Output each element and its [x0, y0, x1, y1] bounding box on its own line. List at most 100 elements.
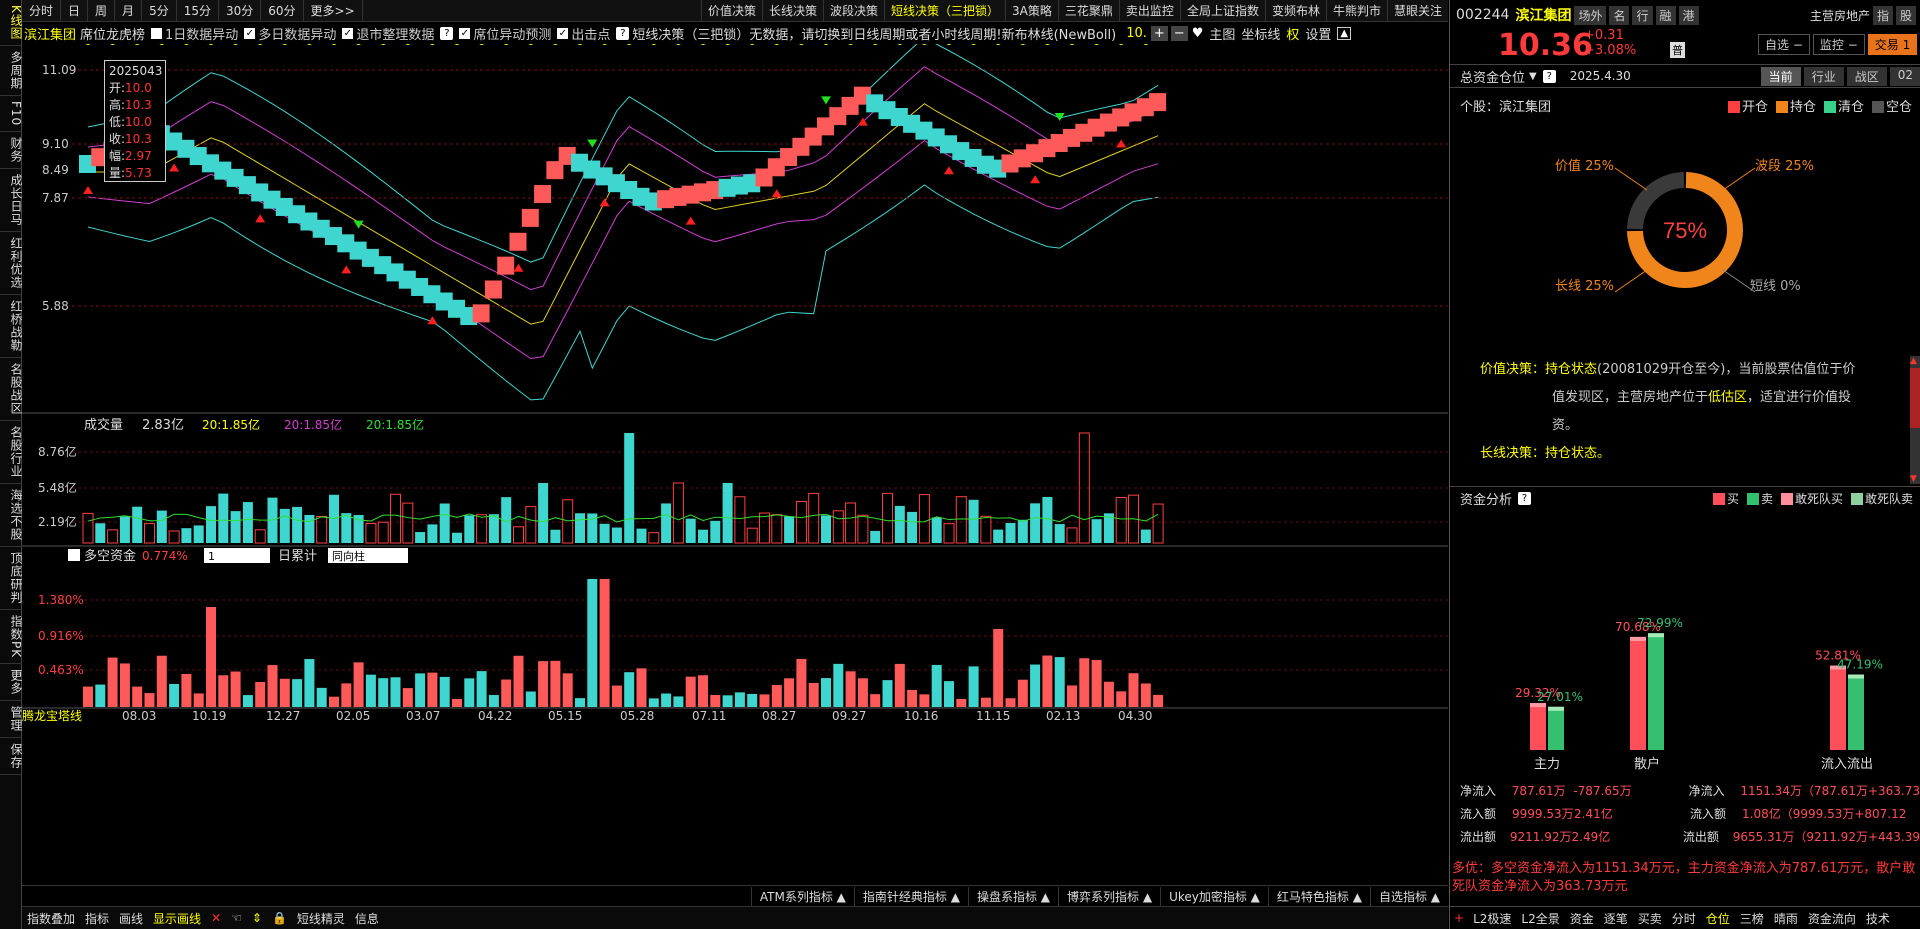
watchlist-button[interactable]: 自选 − [1758, 34, 1810, 55]
sector-button[interactable]: 股 [1895, 5, 1916, 25]
timeframe-tab[interactable]: 60分 [261, 0, 304, 22]
strategy-tab[interactable]: 短线决策（三把锁） [884, 0, 1005, 22]
nav-item[interactable]: 海选不股 [0, 484, 23, 548]
indicator-set[interactable]: 操盘系指标 ▲ [967, 886, 1058, 907]
main-chart[interactable]: 11.09 9.10 8.49 7.87 5.88 成交量 2.83亿 20:1.85亿 20:… [22, 44, 1448, 885]
tool-button[interactable]: 信息 [350, 910, 384, 927]
strategy-tab[interactable]: 变频布林 [1264, 0, 1326, 22]
help-icon[interactable] [68, 549, 80, 561]
timeframe-tab[interactable]: 更多>> [304, 0, 363, 22]
quote-button[interactable]: 港 [1678, 5, 1699, 25]
rights-button[interactable]: 权 [1286, 24, 1299, 43]
indicator-set[interactable]: 博弈系列指标 ▲ [1058, 886, 1160, 907]
help-icon[interactable]: ? [1518, 492, 1532, 505]
timeframe-tab[interactable]: 5分 [142, 0, 177, 22]
nav-item[interactable]: 名股战区 [0, 358, 23, 422]
footer-tab[interactable]: 仓位 [1706, 910, 1730, 927]
footer-tab[interactable]: 晴雨 [1774, 910, 1798, 927]
zoom-in-icon[interactable]: + [1150, 25, 1168, 41]
monitor-button[interactable]: 监控 − [1812, 34, 1865, 55]
checkbox-1day[interactable] [151, 27, 163, 39]
tool-button[interactable]: 指数叠加 [22, 910, 80, 927]
nav-item[interactable]: 指数PK [0, 610, 23, 665]
position-tab[interactable]: 当前 [1760, 66, 1801, 86]
strategy-tab[interactable]: 波段决策 [823, 0, 884, 22]
nav-item[interactable]: K线图 [0, 0, 23, 46]
help-icon[interactable]: ? [1542, 69, 1556, 83]
strategy-tab[interactable]: 长线决策 [762, 0, 823, 22]
quote-button[interactable]: 名 [1609, 5, 1630, 25]
nav-item[interactable]: 成长日马 [0, 169, 23, 233]
footer-tab[interactable]: 买卖 [1638, 910, 1662, 927]
indicator-set[interactable]: 自选指标 ▲ [1369, 886, 1448, 907]
strategy-tab[interactable]: 三花聚鼎 [1057, 0, 1119, 22]
quote-button[interactable]: 融 [1655, 5, 1676, 25]
zoom-out-icon[interactable]: − [1170, 25, 1188, 41]
heart-icon[interactable]: ♥ [1192, 26, 1204, 41]
main-chart-button[interactable]: 主图 [1209, 24, 1235, 43]
strategy-tab[interactable]: 3A策略 [1005, 0, 1058, 22]
strategy-tab[interactable]: 牛熊判市 [1325, 0, 1387, 22]
help-icon[interactable]: ? [440, 26, 454, 40]
checkbox-delist[interactable]: ✓ [342, 27, 354, 39]
tool-button[interactable]: 画线 [114, 910, 148, 927]
strategy-tab[interactable]: 慧眼关注 [1386, 0, 1448, 22]
timeframe-tab[interactable]: 30分 [219, 0, 262, 22]
footer-tab[interactable]: 技术 [1866, 910, 1890, 927]
strategy-tab[interactable]: 价值决策 [700, 0, 762, 22]
sector-button[interactable]: 指 [1872, 5, 1893, 25]
timeframe-tab[interactable]: 15分 [177, 0, 219, 22]
footer-tab[interactable]: 分时 [1672, 910, 1696, 927]
footer-tab[interactable]: 资金 [1570, 910, 1594, 927]
nav-item[interactable]: 更多 [0, 664, 23, 702]
strategy-tab[interactable]: 全局上证指数 [1179, 0, 1265, 22]
nav-item[interactable]: 财务 [0, 132, 23, 170]
position-tab[interactable]: 行业 [1803, 66, 1844, 86]
checkbox-multiday[interactable]: ✓ [244, 27, 256, 39]
indicator-set[interactable]: Ukey加密指标 ▲ [1160, 886, 1268, 907]
indicator-set[interactable]: 指南针经典指标 ▲ [853, 886, 968, 907]
checkbox-attack[interactable]: ✓ [557, 27, 569, 39]
nav-item[interactable]: 红桥战勒 [0, 295, 23, 359]
tool-button[interactable]: 短线精灵 [292, 910, 350, 927]
dropdown-icon[interactable]: ▼ [1529, 71, 1537, 82]
tool-button[interactable]: 显示画线 [148, 910, 206, 927]
footer-tab[interactable]: 三榜 [1740, 910, 1764, 927]
help-icon[interactable]: ? [616, 26, 630, 40]
quote-button[interactable]: 行 [1632, 5, 1653, 25]
indicator-set[interactable]: ATM系列指标 ▲ [750, 886, 854, 907]
nav-item[interactable]: 红利优选 [0, 232, 23, 296]
plus-icon[interactable]: + [1454, 911, 1464, 925]
quote-button[interactable]: 场外 [1574, 5, 1607, 25]
timeframe-tab[interactable]: 日 [61, 0, 89, 22]
position-tab[interactable]: 02 [1889, 66, 1920, 86]
board-label[interactable]: 席位龙虎榜 [80, 24, 145, 43]
position-title[interactable]: 总资金仓位 [1460, 67, 1525, 86]
nav-item[interactable]: 名股行业 [0, 421, 23, 485]
arrow-icon[interactable]: ⇕ [247, 911, 267, 925]
position-tab[interactable]: 战区 [1846, 66, 1887, 86]
tool-button[interactable]: 指标 [80, 910, 114, 927]
coord-line-button[interactable]: 坐标线 [1241, 24, 1280, 43]
footer-tab[interactable]: L2全景 [1521, 910, 1559, 927]
delete-icon[interactable]: ✕ [206, 911, 226, 925]
footer-tab[interactable]: L2极速 [1473, 910, 1511, 927]
timeframe-tab[interactable]: 月 [115, 0, 143, 22]
footer-tab[interactable]: 逐笔 [1604, 910, 1628, 927]
trade-button[interactable]: 交易 1 [1867, 34, 1918, 55]
checkbox-seat[interactable]: ✓ [459, 27, 471, 39]
timeframe-tab[interactable]: 周 [88, 0, 116, 22]
settings-button[interactable]: 设置 [1305, 24, 1331, 43]
strategy-tab[interactable]: 卖出监控 [1118, 0, 1180, 22]
collapse-icon[interactable]: ▲ [1337, 26, 1352, 40]
nav-item[interactable]: 多周期 [0, 46, 23, 96]
hand-icon[interactable]: ☜ [226, 911, 247, 925]
tab-intraday[interactable]: 分时 [22, 0, 62, 22]
nav-item[interactable]: 顶底研判 [0, 547, 23, 611]
footer-tab[interactable]: 资金流向 [1808, 910, 1856, 927]
nav-item[interactable]: 管理 [0, 701, 23, 739]
lock-icon[interactable]: 🔒 [267, 911, 292, 925]
indicator-set[interactable]: 红马特色指标 ▲ [1267, 886, 1370, 907]
scrollbar[interactable]: ▲ ▼ [1910, 356, 1920, 484]
nav-item[interactable]: F10 [0, 96, 23, 133]
